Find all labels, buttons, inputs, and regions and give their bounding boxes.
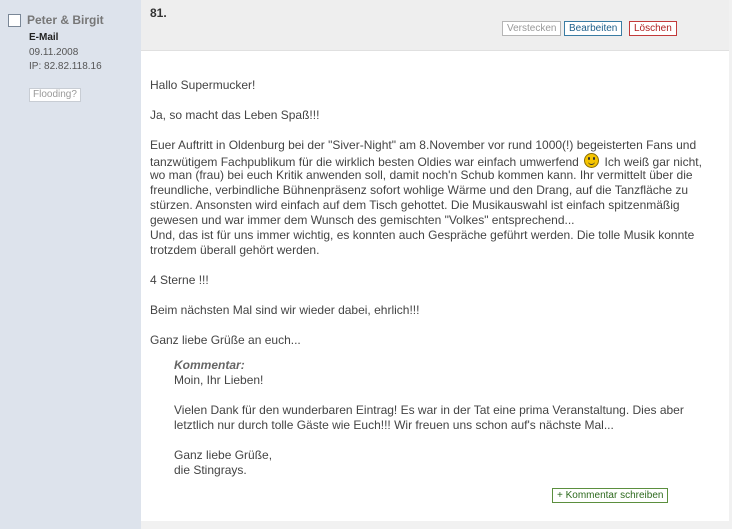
comment-label-colon: : xyxy=(240,358,245,372)
message-line: Ja, so macht das Leben Spaß!!! xyxy=(150,108,320,122)
message-stars: 4 Sterne !!! xyxy=(150,273,209,287)
comment-heading: Kommentar: xyxy=(174,358,245,373)
comment-line: Moin, Ihr Lieben! xyxy=(174,373,264,387)
email-link[interactable]: E-Mail xyxy=(29,32,58,43)
entry-number: 81. xyxy=(150,6,167,20)
message-closing: Ganz liebe Grüße an euch... xyxy=(150,333,301,347)
message-text: Ich weiß gar nicht, xyxy=(604,155,702,169)
message-text: tanzwütigem Fachpublikum für die wirklic… xyxy=(150,155,579,169)
message-line: trotzdem überall gehört werden. xyxy=(150,243,320,257)
entry-date: 09.11.2008 xyxy=(29,47,79,58)
bottom-edge xyxy=(141,521,732,529)
message-line: stürzen. Ansonsten wird einfach auf dem … xyxy=(150,198,680,212)
author-sidebar xyxy=(0,0,141,529)
hide-button[interactable]: Verstecken xyxy=(502,21,562,36)
message-greeting: Hallo Supermucker! xyxy=(150,78,256,92)
message-line: wo man (frau) bei euch Kritik anwenden s… xyxy=(150,168,693,182)
smiley-icon xyxy=(584,153,600,168)
edit-button[interactable]: Bearbeiten xyxy=(564,21,623,36)
delete-button[interactable]: Löschen xyxy=(629,21,677,36)
select-entry-checkbox[interactable] xyxy=(8,14,21,27)
comment-line: Vielen Dank für den wunderbaren Eintrag!… xyxy=(174,403,684,417)
message-line: freundliche, verbindliche Bühnenpräsenz … xyxy=(150,183,689,197)
message-line: Beim nächsten Mal sind wir wieder dabei,… xyxy=(150,303,420,317)
message-line: Und, das ist für uns immer wichtig, es k… xyxy=(150,228,695,242)
message-line: gewesen und war immer dem Wunsch des gem… xyxy=(150,213,575,227)
message-line: Euer Auftritt in Oldenburg bei der "Sive… xyxy=(150,138,697,152)
comment-label: Kommentar xyxy=(174,358,241,372)
add-comment-button[interactable]: + Kommentar schreiben xyxy=(552,488,669,503)
comment-line: die Stingrays. xyxy=(174,463,247,477)
author-name: Peter & Birgit xyxy=(27,13,104,27)
ip-address: IP: 82.82.118.16 xyxy=(29,61,102,72)
flooding-button[interactable]: Flooding? xyxy=(29,88,81,102)
comment-line: Ganz liebe Grüße, xyxy=(174,448,273,462)
comment-line: letztlich nur durch tolle Gäste wie Euch… xyxy=(174,418,614,432)
